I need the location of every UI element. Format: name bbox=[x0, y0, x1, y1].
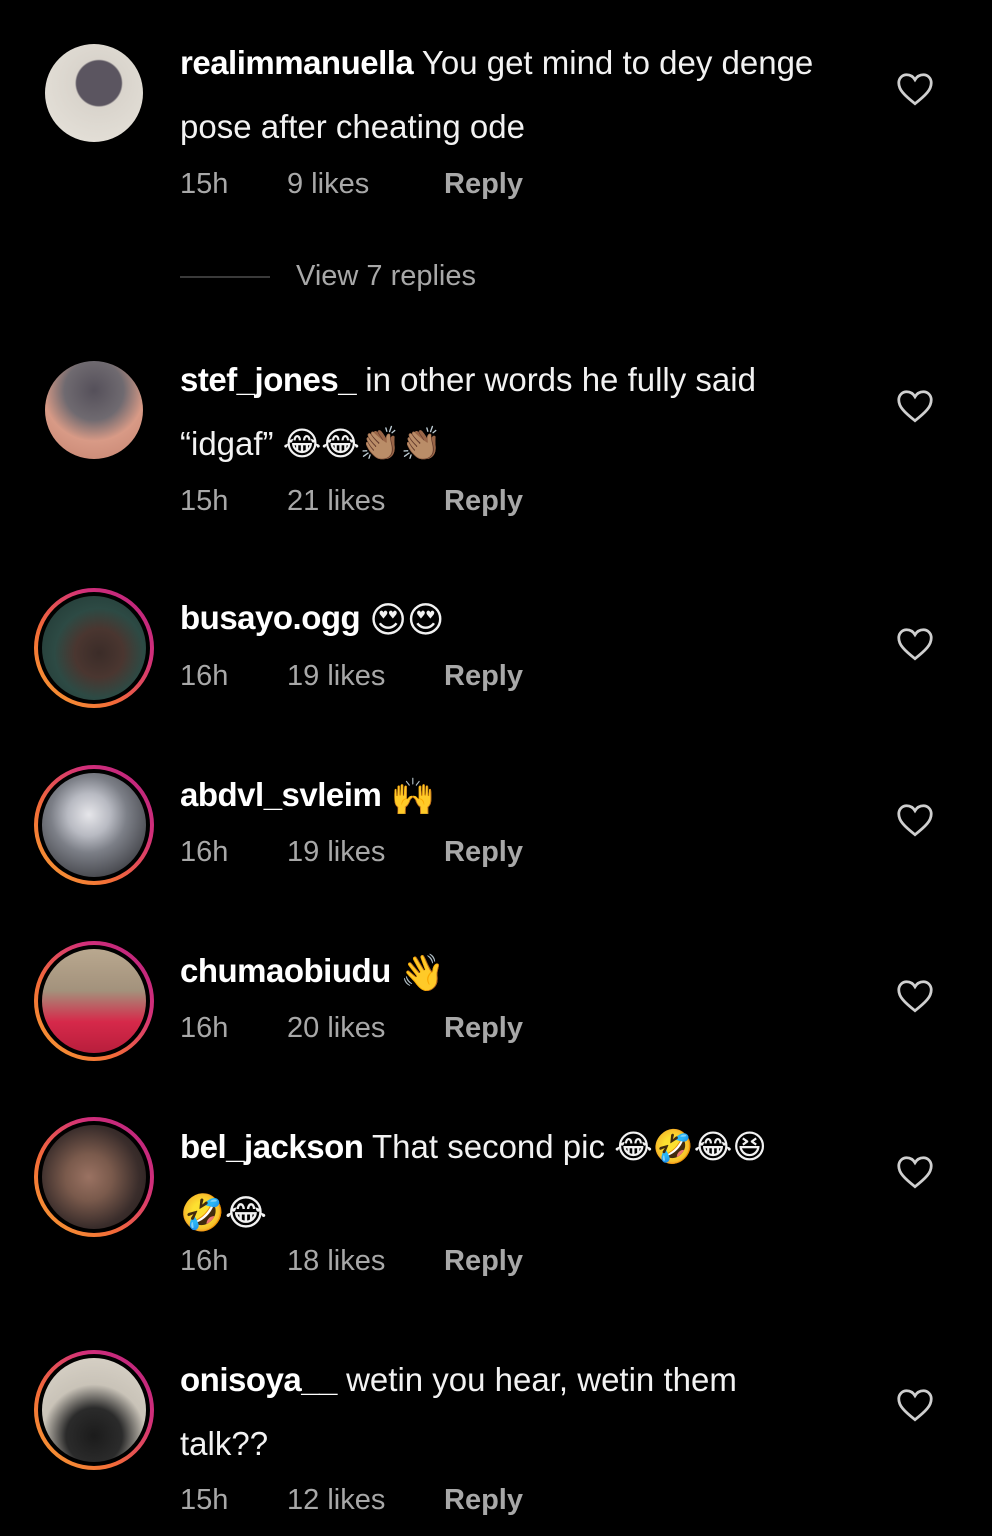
reply-button[interactable]: Reply bbox=[444, 168, 523, 201]
heart-icon[interactable] bbox=[896, 1388, 934, 1422]
comment-username[interactable]: chumaobiudu bbox=[180, 952, 391, 989]
comment-time: 16h bbox=[180, 836, 229, 868]
avatar[interactable] bbox=[34, 350, 154, 470]
view-replies-button[interactable]: View 7 replies bbox=[180, 260, 476, 293]
reply-button[interactable]: Reply bbox=[444, 1012, 523, 1045]
comment-time: 15h bbox=[180, 1484, 229, 1516]
comment-likes[interactable]: 18 likes bbox=[287, 1245, 444, 1278]
comment-username[interactable]: busayo.ogg bbox=[180, 599, 361, 636]
avatar[interactable] bbox=[34, 941, 154, 1061]
comment-meta: 15h 9 likes Reply bbox=[180, 168, 523, 201]
comment-time: 16h bbox=[180, 660, 229, 692]
avatar[interactable] bbox=[34, 588, 154, 708]
comment-time: 16h bbox=[180, 1012, 229, 1044]
comment-text-continued: “idgaf” 😂😂👏🏽👏🏽 bbox=[180, 425, 443, 462]
comment-username[interactable]: onisoya__ bbox=[180, 1361, 337, 1398]
comment-meta: 16h 19 likes Reply bbox=[180, 836, 523, 869]
comment-likes[interactable]: 12 likes bbox=[287, 1484, 444, 1517]
reply-button[interactable]: Reply bbox=[444, 1484, 523, 1517]
comment-text-continued: pose after cheating ode bbox=[180, 108, 525, 145]
comment-text: 👋 bbox=[400, 953, 445, 994]
avatar[interactable] bbox=[34, 765, 154, 885]
comment-text: wetin you hear, wetin them bbox=[346, 1361, 737, 1398]
comment-username[interactable]: bel_jackson bbox=[180, 1128, 364, 1165]
comment-likes[interactable]: 20 likes bbox=[287, 1012, 444, 1045]
comment-username[interactable]: stef_jones_ bbox=[180, 361, 357, 398]
story-ring bbox=[34, 588, 154, 708]
reply-button[interactable]: Reply bbox=[444, 836, 523, 869]
reply-button[interactable]: Reply bbox=[444, 485, 523, 518]
view-replies-label: View 7 replies bbox=[296, 260, 477, 292]
comment-meta: 15h 21 likes Reply bbox=[180, 485, 523, 518]
comment-meta: 16h 20 likes Reply bbox=[180, 1012, 523, 1045]
heart-icon[interactable] bbox=[896, 979, 934, 1013]
comment-username[interactable]: realimmanuella bbox=[180, 44, 414, 81]
story-ring bbox=[34, 1350, 154, 1470]
comment-text: You get mind to dey denge bbox=[421, 44, 814, 81]
divider bbox=[180, 275, 270, 278]
comment-time: 15h bbox=[180, 485, 229, 517]
avatar[interactable] bbox=[34, 1117, 154, 1237]
comment-username[interactable]: abdvl_svleim bbox=[180, 776, 382, 813]
comment-likes[interactable]: 19 likes bbox=[287, 836, 444, 869]
heart-icon[interactable] bbox=[896, 72, 934, 106]
heart-icon[interactable] bbox=[896, 627, 934, 661]
comment-meta: 16h 18 likes Reply bbox=[180, 1245, 523, 1278]
comment-text-continued: talk?? bbox=[180, 1425, 269, 1462]
comment-likes[interactable]: 19 likes bbox=[287, 660, 444, 693]
comment-time: 15h bbox=[180, 168, 229, 200]
comment-time: 16h bbox=[180, 1245, 229, 1277]
avatar[interactable] bbox=[34, 1350, 154, 1470]
comment-text: 😍😍 bbox=[369, 600, 445, 641]
heart-icon[interactable] bbox=[896, 1155, 934, 1189]
comment-text: 🙌 bbox=[390, 777, 436, 818]
comment-text-continued: 🤣😂 bbox=[180, 1193, 267, 1234]
reply-button[interactable]: Reply bbox=[444, 1245, 523, 1278]
reply-button[interactable]: Reply bbox=[444, 660, 523, 693]
comment-meta: 16h 19 likes Reply bbox=[180, 660, 523, 693]
comment-text: in other words he fully said bbox=[365, 361, 756, 398]
comment-text: That second pic 😂🤣😂😆 bbox=[372, 1128, 767, 1165]
comment-likes[interactable]: 21 likes bbox=[287, 485, 444, 518]
heart-icon[interactable] bbox=[896, 803, 934, 837]
comment-meta: 15h 12 likes Reply bbox=[180, 1484, 523, 1517]
heart-icon[interactable] bbox=[896, 389, 934, 423]
story-ring bbox=[34, 941, 154, 1061]
story-ring bbox=[34, 765, 154, 885]
avatar[interactable] bbox=[34, 33, 154, 153]
story-ring bbox=[34, 1117, 154, 1237]
comment-likes[interactable]: 9 likes bbox=[287, 168, 444, 201]
